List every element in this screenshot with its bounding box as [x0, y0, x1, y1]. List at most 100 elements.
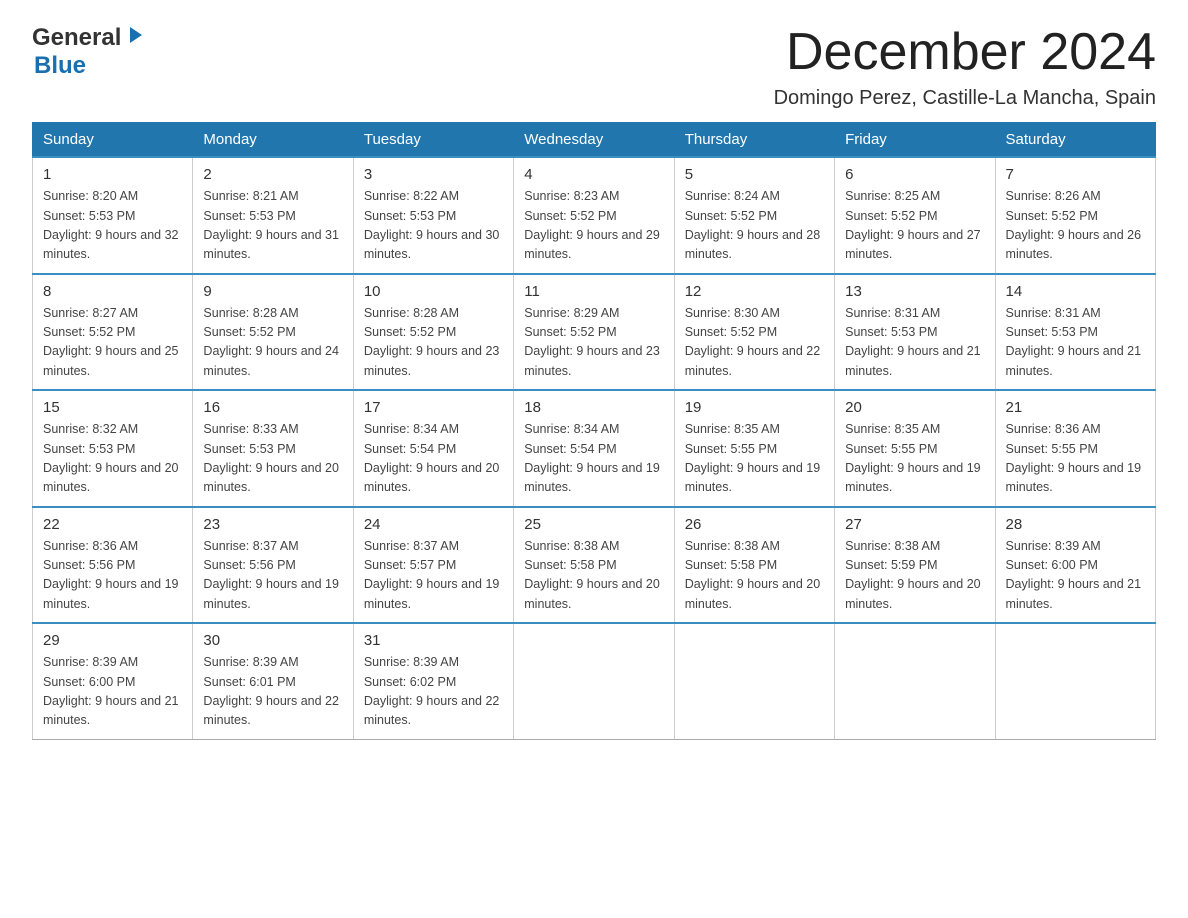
calendar-cell: 29 Sunrise: 8:39 AMSunset: 6:00 PMDaylig…	[33, 623, 193, 739]
col-friday: Friday	[835, 123, 995, 158]
day-number: 4	[524, 166, 663, 183]
calendar-cell: 6 Sunrise: 8:25 AMSunset: 5:52 PMDayligh…	[835, 157, 995, 274]
col-monday: Monday	[193, 123, 353, 158]
calendar-cell: 17 Sunrise: 8:34 AMSunset: 5:54 PMDaylig…	[353, 390, 513, 507]
day-info: Sunrise: 8:20 AMSunset: 5:53 PMDaylight:…	[43, 187, 182, 265]
col-saturday: Saturday	[995, 123, 1155, 158]
calendar-cell: 21 Sunrise: 8:36 AMSunset: 5:55 PMDaylig…	[995, 390, 1155, 507]
day-info: Sunrise: 8:24 AMSunset: 5:52 PMDaylight:…	[685, 187, 824, 265]
day-info: Sunrise: 8:39 AMSunset: 6:01 PMDaylight:…	[203, 653, 342, 731]
day-info: Sunrise: 8:34 AMSunset: 5:54 PMDaylight:…	[364, 420, 503, 498]
day-number: 25	[524, 516, 663, 533]
day-info: Sunrise: 8:37 AMSunset: 5:57 PMDaylight:…	[364, 537, 503, 615]
day-info: Sunrise: 8:22 AMSunset: 5:53 PMDaylight:…	[364, 187, 503, 265]
day-number: 19	[685, 399, 824, 416]
day-info: Sunrise: 8:28 AMSunset: 5:52 PMDaylight:…	[364, 304, 503, 382]
day-info: Sunrise: 8:21 AMSunset: 5:53 PMDaylight:…	[203, 187, 342, 265]
day-number: 6	[845, 166, 984, 183]
calendar-cell: 22 Sunrise: 8:36 AMSunset: 5:56 PMDaylig…	[33, 507, 193, 624]
day-info: Sunrise: 8:26 AMSunset: 5:52 PMDaylight:…	[1006, 187, 1145, 265]
calendar-week-row: 22 Sunrise: 8:36 AMSunset: 5:56 PMDaylig…	[33, 507, 1156, 624]
day-number: 3	[364, 166, 503, 183]
calendar-cell: 20 Sunrise: 8:35 AMSunset: 5:55 PMDaylig…	[835, 390, 995, 507]
day-info: Sunrise: 8:31 AMSunset: 5:53 PMDaylight:…	[845, 304, 984, 382]
day-number: 29	[43, 632, 182, 649]
day-number: 30	[203, 632, 342, 649]
day-info: Sunrise: 8:32 AMSunset: 5:53 PMDaylight:…	[43, 420, 182, 498]
day-info: Sunrise: 8:36 AMSunset: 5:56 PMDaylight:…	[43, 537, 182, 615]
day-number: 26	[685, 516, 824, 533]
day-info: Sunrise: 8:37 AMSunset: 5:56 PMDaylight:…	[203, 537, 342, 615]
calendar-cell: 11 Sunrise: 8:29 AMSunset: 5:52 PMDaylig…	[514, 274, 674, 391]
day-number: 28	[1006, 516, 1145, 533]
day-info: Sunrise: 8:30 AMSunset: 5:52 PMDaylight:…	[685, 304, 824, 382]
calendar-cell: 25 Sunrise: 8:38 AMSunset: 5:58 PMDaylig…	[514, 507, 674, 624]
logo: General Blue	[32, 24, 144, 80]
calendar-cell: 13 Sunrise: 8:31 AMSunset: 5:53 PMDaylig…	[835, 274, 995, 391]
calendar-cell: 10 Sunrise: 8:28 AMSunset: 5:52 PMDaylig…	[353, 274, 513, 391]
day-number: 27	[845, 516, 984, 533]
calendar-cell: 16 Sunrise: 8:33 AMSunset: 5:53 PMDaylig…	[193, 390, 353, 507]
day-number: 15	[43, 399, 182, 416]
day-number: 9	[203, 283, 342, 300]
calendar-cell: 24 Sunrise: 8:37 AMSunset: 5:57 PMDaylig…	[353, 507, 513, 624]
calendar-cell: 27 Sunrise: 8:38 AMSunset: 5:59 PMDaylig…	[835, 507, 995, 624]
day-number: 31	[364, 632, 503, 649]
day-number: 13	[845, 283, 984, 300]
calendar-cell: 19 Sunrise: 8:35 AMSunset: 5:55 PMDaylig…	[674, 390, 834, 507]
calendar-header-row: Sunday Monday Tuesday Wednesday Thursday…	[33, 123, 1156, 158]
day-number: 8	[43, 283, 182, 300]
day-number: 14	[1006, 283, 1145, 300]
title-block: December 2024 Domingo Perez, Castille-La…	[774, 24, 1156, 110]
calendar-cell: 9 Sunrise: 8:28 AMSunset: 5:52 PMDayligh…	[193, 274, 353, 391]
day-info: Sunrise: 8:39 AMSunset: 6:00 PMDaylight:…	[43, 653, 182, 731]
day-number: 18	[524, 399, 663, 416]
calendar-cell: 3 Sunrise: 8:22 AMSunset: 5:53 PMDayligh…	[353, 157, 513, 274]
day-info: Sunrise: 8:39 AMSunset: 6:02 PMDaylight:…	[364, 653, 503, 731]
day-info: Sunrise: 8:38 AMSunset: 5:59 PMDaylight:…	[845, 537, 984, 615]
calendar-cell: 12 Sunrise: 8:30 AMSunset: 5:52 PMDaylig…	[674, 274, 834, 391]
calendar-cell: 23 Sunrise: 8:37 AMSunset: 5:56 PMDaylig…	[193, 507, 353, 624]
calendar-cell: 5 Sunrise: 8:24 AMSunset: 5:52 PMDayligh…	[674, 157, 834, 274]
day-info: Sunrise: 8:28 AMSunset: 5:52 PMDaylight:…	[203, 304, 342, 382]
calendar-week-row: 1 Sunrise: 8:20 AMSunset: 5:53 PMDayligh…	[33, 157, 1156, 274]
calendar-cell: 8 Sunrise: 8:27 AMSunset: 5:52 PMDayligh…	[33, 274, 193, 391]
logo-blue-text: Blue	[34, 52, 86, 79]
day-info: Sunrise: 8:35 AMSunset: 5:55 PMDaylight:…	[845, 420, 984, 498]
calendar-cell: 28 Sunrise: 8:39 AMSunset: 6:00 PMDaylig…	[995, 507, 1155, 624]
day-number: 21	[1006, 399, 1145, 416]
day-number: 7	[1006, 166, 1145, 183]
logo-general-text: General	[32, 24, 121, 52]
calendar-cell	[995, 623, 1155, 739]
day-number: 24	[364, 516, 503, 533]
day-info: Sunrise: 8:25 AMSunset: 5:52 PMDaylight:…	[845, 187, 984, 265]
calendar-cell	[674, 623, 834, 739]
col-wednesday: Wednesday	[514, 123, 674, 158]
col-thursday: Thursday	[674, 123, 834, 158]
calendar-cell: 4 Sunrise: 8:23 AMSunset: 5:52 PMDayligh…	[514, 157, 674, 274]
calendar-week-row: 29 Sunrise: 8:39 AMSunset: 6:00 PMDaylig…	[33, 623, 1156, 739]
day-number: 5	[685, 166, 824, 183]
calendar-cell: 7 Sunrise: 8:26 AMSunset: 5:52 PMDayligh…	[995, 157, 1155, 274]
calendar-cell: 15 Sunrise: 8:32 AMSunset: 5:53 PMDaylig…	[33, 390, 193, 507]
day-number: 12	[685, 283, 824, 300]
day-number: 20	[845, 399, 984, 416]
calendar-cell: 30 Sunrise: 8:39 AMSunset: 6:01 PMDaylig…	[193, 623, 353, 739]
calendar-week-row: 8 Sunrise: 8:27 AMSunset: 5:52 PMDayligh…	[33, 274, 1156, 391]
day-info: Sunrise: 8:34 AMSunset: 5:54 PMDaylight:…	[524, 420, 663, 498]
day-info: Sunrise: 8:33 AMSunset: 5:53 PMDaylight:…	[203, 420, 342, 498]
day-info: Sunrise: 8:39 AMSunset: 6:00 PMDaylight:…	[1006, 537, 1145, 615]
calendar-cell: 18 Sunrise: 8:34 AMSunset: 5:54 PMDaylig…	[514, 390, 674, 507]
day-number: 1	[43, 166, 182, 183]
day-info: Sunrise: 8:36 AMSunset: 5:55 PMDaylight:…	[1006, 420, 1145, 498]
day-info: Sunrise: 8:31 AMSunset: 5:53 PMDaylight:…	[1006, 304, 1145, 382]
page-header: General Blue December 2024 Domingo Perez…	[32, 24, 1156, 110]
day-number: 11	[524, 283, 663, 300]
calendar-cell: 14 Sunrise: 8:31 AMSunset: 5:53 PMDaylig…	[995, 274, 1155, 391]
calendar-cell	[514, 623, 674, 739]
day-number: 23	[203, 516, 342, 533]
day-info: Sunrise: 8:29 AMSunset: 5:52 PMDaylight:…	[524, 304, 663, 382]
day-number: 17	[364, 399, 503, 416]
day-info: Sunrise: 8:38 AMSunset: 5:58 PMDaylight:…	[524, 537, 663, 615]
calendar-cell: 2 Sunrise: 8:21 AMSunset: 5:53 PMDayligh…	[193, 157, 353, 274]
